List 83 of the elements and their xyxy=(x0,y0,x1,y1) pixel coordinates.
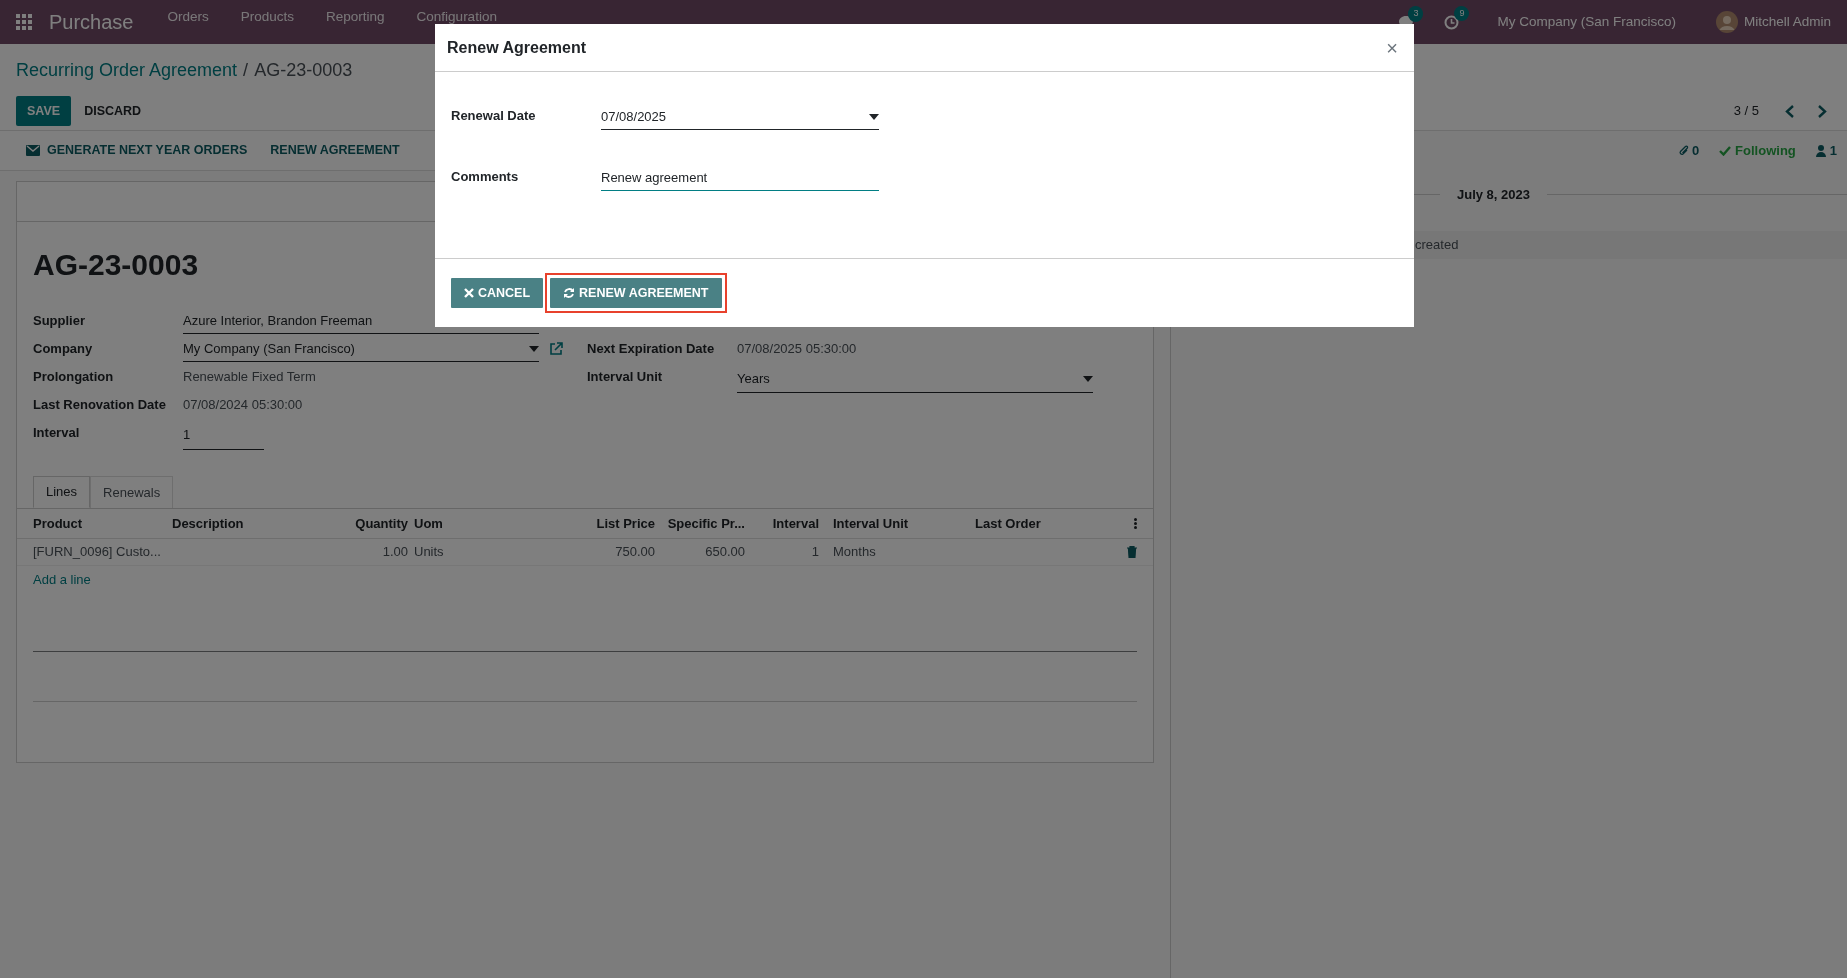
action-button[interactable]: GENERATE NEXT YEAR ORDERS xyxy=(26,141,248,160)
field-label: Comments xyxy=(451,168,520,186)
close-button[interactable]: × xyxy=(1386,32,1402,63)
column-header[interactable]: Interval Unit xyxy=(819,513,971,534)
column-header[interactable]: Interval xyxy=(745,513,819,534)
field-value: 07/08/2024 05:30:00 xyxy=(183,396,303,414)
field-value: My Company (San Francisco) xyxy=(183,340,355,358)
pager-counter: 3 / 5 xyxy=(1733,102,1759,121)
notebook-tab[interactable]: Lines xyxy=(33,476,91,508)
field-label: Prolongation xyxy=(33,368,115,386)
kebab-menu-icon[interactable] xyxy=(1134,518,1137,529)
dialog-title: Renew Agreement xyxy=(447,37,586,58)
add-line-link[interactable]: Add a line xyxy=(17,566,107,594)
column-header[interactable]: Specific Pr... xyxy=(655,513,745,534)
menu-item[interactable]: Reporting xyxy=(310,7,401,28)
field-label: Renewal Date xyxy=(451,107,537,125)
discard-button[interactable]: DISCARD xyxy=(73,96,153,126)
company-switcher[interactable]: My Company (San Francisco) xyxy=(1497,11,1676,33)
cancel-button[interactable]: CANCEL xyxy=(451,278,544,308)
date-separator: July 8, 2023 xyxy=(1456,186,1531,204)
field-value: 07/08/2025 xyxy=(601,108,667,126)
breadcrumb-separator: / xyxy=(243,59,249,82)
action-button[interactable]: RENEW AGREEMENT xyxy=(270,141,400,160)
number-field[interactable]: 1 xyxy=(183,421,264,450)
check-icon xyxy=(1719,146,1732,156)
envelope-icon xyxy=(26,145,40,156)
column-header[interactable]: Last Order xyxy=(971,513,1117,534)
menu-item[interactable]: Configuration xyxy=(400,7,513,28)
table-cell-text: 750.00 xyxy=(614,543,655,562)
refresh-icon xyxy=(563,287,576,299)
dropdown-field[interactable]: My Company (San Francisco) xyxy=(183,337,539,362)
column-header[interactable]: List Price xyxy=(560,513,655,534)
field-label: Company xyxy=(33,340,94,358)
field-label: Interval Unit xyxy=(587,368,664,386)
trash-icon[interactable] xyxy=(1127,546,1137,558)
field-label: Interval xyxy=(33,424,81,442)
notebook-tab[interactable]: Renewals xyxy=(90,476,174,508)
table-cell-text: 650.00 xyxy=(704,543,745,562)
date-field[interactable]: 07/08/2025 xyxy=(601,104,879,130)
dropdown-field[interactable]: Years xyxy=(737,365,1093,393)
caret-icon xyxy=(869,113,879,120)
external-link-icon[interactable] xyxy=(549,342,563,357)
apps-menu-icon[interactable] xyxy=(16,14,32,30)
user-name[interactable]: Mitchell Admin xyxy=(1743,11,1831,33)
table-row[interactable]: [FURN_0096] Custo... 1.00 Units 750.00 650.00 1 Months xyxy=(17,539,1153,566)
breadcrumb-link[interactable]: Recurring Order Agreement xyxy=(16,57,238,84)
attachments-button[interactable]: 0 xyxy=(1678,141,1700,161)
table-cell-text: Months xyxy=(832,543,877,562)
field-label: Supplier xyxy=(33,312,86,330)
comments-field[interactable]: Renew agreement xyxy=(601,165,879,191)
paperclip-icon xyxy=(1678,145,1689,157)
column-header[interactable]: Uom xyxy=(408,513,560,534)
record-title: AG-23-0003 xyxy=(33,247,199,283)
table-cell-text: 1.00 xyxy=(381,543,408,562)
table-cell-text: Units xyxy=(413,543,445,562)
clock-icon[interactable] xyxy=(1444,14,1460,30)
table-cell-text: 1 xyxy=(810,543,819,562)
next-chevron-icon[interactable] xyxy=(1817,104,1827,118)
user-icon xyxy=(1815,145,1826,157)
field-label: Last Renovation Date xyxy=(33,396,167,414)
renew-agreement-button[interactable]: RENEW AGREEMENT xyxy=(550,278,722,308)
caret-icon xyxy=(1083,375,1093,382)
menu-item[interactable]: Products xyxy=(224,7,311,28)
activity-count-badge: 9 xyxy=(1454,5,1470,21)
breadcrumb-current: AG-23-0003 xyxy=(254,59,353,82)
save-button[interactable]: SAVE xyxy=(16,96,72,126)
table-cell-text: [FURN_0096] Custo... xyxy=(33,543,162,562)
message-count-badge: 3 xyxy=(1408,6,1424,22)
close-icon xyxy=(464,288,474,298)
field-value: Renewable Fixed Term xyxy=(183,368,316,386)
column-header[interactable]: Quantity xyxy=(300,513,408,534)
app-name[interactable]: Purchase xyxy=(49,7,134,37)
previous-chevron-icon[interactable] xyxy=(1785,104,1795,118)
column-header[interactable]: Description xyxy=(172,513,300,534)
field-value: Years xyxy=(737,370,770,388)
field-value: 07/08/2025 05:30:00 xyxy=(737,340,857,358)
followers-button[interactable]: 1 xyxy=(1815,141,1837,161)
user-avatar-icon[interactable] xyxy=(1715,11,1738,33)
message-text: created xyxy=(1415,235,1459,254)
column-header[interactable]: Product xyxy=(33,513,172,534)
menu-item[interactable]: Orders xyxy=(151,7,225,28)
field-label: Next Expiration Date xyxy=(587,340,716,358)
caret-icon xyxy=(529,345,539,352)
